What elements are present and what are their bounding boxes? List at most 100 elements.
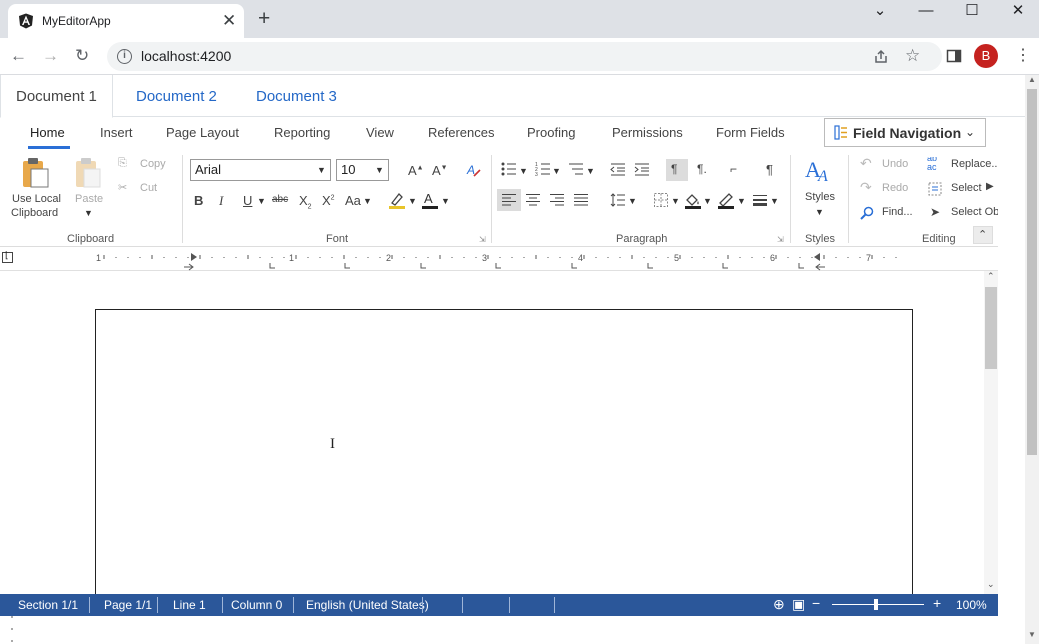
page-break-icon[interactable]: ⌐ xyxy=(730,162,737,176)
scroll-right-icon[interactable]: ▶ xyxy=(986,181,994,192)
document-canvas[interactable]: I xyxy=(0,271,984,609)
italic-icon[interactable]: I xyxy=(219,193,223,209)
multilevel-dropdown-icon[interactable]: ▼ xyxy=(586,166,595,176)
document-tab-3[interactable]: Document 3 xyxy=(241,75,352,118)
ltr-paragraph-icon[interactable]: ¶. xyxy=(697,162,707,176)
profile-avatar[interactable]: B xyxy=(974,44,998,68)
select-button[interactable]: Select xyxy=(926,181,984,197)
browser-menu-icon[interactable]: ⋮ xyxy=(1015,47,1031,65)
document-page[interactable]: I xyxy=(95,309,913,609)
borders-dropdown-icon[interactable]: ▼ xyxy=(671,196,680,206)
decrease-indent-icon[interactable] xyxy=(610,162,626,176)
paragraph-dialog-launcher-icon[interactable]: ⇲ xyxy=(777,235,784,244)
url-text[interactable]: localhost:4200 xyxy=(141,48,231,64)
shrink-font-icon[interactable]: A▼ xyxy=(432,163,448,178)
font-color-dropdown-icon[interactable]: ▼ xyxy=(441,196,450,206)
underline-icon[interactable]: U xyxy=(243,193,252,208)
ribbon-tab-insert[interactable]: Insert xyxy=(100,125,133,140)
fit-width-icon[interactable]: ▣ xyxy=(792,596,805,613)
page-scrollbar-thumb[interactable] xyxy=(1027,89,1037,455)
border-color-dropdown-icon[interactable]: ▼ xyxy=(737,196,746,206)
shading-icon[interactable] xyxy=(684,191,702,209)
ribbon-tab-home[interactable]: Home xyxy=(30,125,65,140)
reload-icon[interactable]: ↻ xyxy=(75,46,89,66)
close-window-button[interactable]: ✕ xyxy=(1000,2,1036,22)
minimize-button[interactable]: — xyxy=(908,2,944,22)
back-arrow-icon[interactable]: ← xyxy=(10,46,27,66)
ribbon-tab-permissions[interactable]: Permissions xyxy=(612,125,683,140)
ribbon-tab-references[interactable]: References xyxy=(428,125,494,140)
ribbon-tab-view[interactable]: View xyxy=(366,125,394,140)
clear-formatting-icon[interactable]: A xyxy=(465,162,481,178)
border-weight-dropdown-icon[interactable]: ▼ xyxy=(770,196,779,206)
use-local-clipboard-button[interactable]: Use Local Clipboard xyxy=(6,153,64,219)
font-family-select[interactable]: Arial ▼ xyxy=(190,159,331,181)
subscript-icon[interactable]: X2 xyxy=(299,193,312,211)
replace-button[interactable]: ab ac Replace... xyxy=(926,157,998,173)
scroll-up-icon[interactable]: ⌃ xyxy=(987,271,995,282)
side-panel-icon[interactable] xyxy=(946,48,962,64)
strikethrough-icon[interactable]: abc xyxy=(272,194,288,205)
document-scrollbar-thumb[interactable] xyxy=(985,287,997,369)
styles-button[interactable]: AA Styles ▼ xyxy=(800,155,838,225)
status-language[interactable]: English (United States) xyxy=(306,598,429,612)
border-weight-icon[interactable] xyxy=(752,192,768,208)
copy-button[interactable]: ⎘ Copy xyxy=(116,157,176,173)
fit-page-icon[interactable]: ⊕ xyxy=(773,596,785,613)
scroll-down-icon[interactable]: ▼ xyxy=(1028,630,1036,639)
numbering-icon[interactable]: 123 xyxy=(535,162,551,176)
ribbon-tab-page-layout[interactable]: Page Layout xyxy=(166,125,239,140)
rtl-paragraph-button[interactable]: ¶ xyxy=(666,159,688,181)
horizontal-ruler[interactable]: ⌊ 11234567 xyxy=(0,247,998,271)
increase-indent-icon[interactable] xyxy=(634,162,650,176)
ribbon-tab-reporting[interactable]: Reporting xyxy=(274,125,330,140)
site-info-icon[interactable]: i xyxy=(117,49,132,64)
scroll-down-icon[interactable]: ⌄ xyxy=(987,579,995,590)
maximize-button[interactable]: ☐ xyxy=(954,2,990,22)
align-center-icon[interactable] xyxy=(525,193,541,207)
change-case-icon[interactable]: Aa xyxy=(345,193,361,208)
document-tab-2[interactable]: Document 2 xyxy=(121,75,232,118)
bullets-dropdown-icon[interactable]: ▼ xyxy=(519,166,528,176)
line-spacing-icon[interactable] xyxy=(610,192,626,208)
justify-icon[interactable] xyxy=(573,193,589,207)
page-scrollbar[interactable]: ▲ ▼ xyxy=(1025,75,1039,644)
undo-button[interactable]: ↶ Undo xyxy=(858,155,918,173)
bullets-icon[interactable] xyxy=(501,162,517,176)
tab-search-icon[interactable]: ⌄ xyxy=(862,2,898,22)
scroll-up-icon[interactable]: ▲ xyxy=(1028,75,1036,84)
cut-button[interactable]: ✂ Cut xyxy=(116,181,176,197)
border-color-icon[interactable] xyxy=(717,191,735,209)
address-bar[interactable]: i localhost:4200 ☆ xyxy=(107,42,942,71)
highlight-dropdown-icon[interactable]: ▼ xyxy=(408,196,417,206)
shading-dropdown-icon[interactable]: ▼ xyxy=(703,196,712,206)
zoom-slider-thumb[interactable] xyxy=(874,599,879,610)
new-tab-button[interactable]: + xyxy=(258,8,270,30)
document-scrollbar[interactable]: ⌃ ⌄ xyxy=(984,271,998,594)
superscript-icon[interactable]: X2 xyxy=(322,193,335,208)
collapse-ribbon-button[interactable]: ⌃ xyxy=(973,226,993,244)
field-navigation-button[interactable]: Field Navigation ⌄ xyxy=(824,118,986,147)
ribbon-tab-proofing[interactable]: Proofing xyxy=(527,125,575,140)
multilevel-list-icon[interactable] xyxy=(568,162,584,176)
tab-close-icon[interactable]: ✕ xyxy=(222,12,236,30)
forward-arrow-icon[interactable]: → xyxy=(42,46,59,66)
find-button[interactable]: Find... xyxy=(858,205,918,221)
numbering-dropdown-icon[interactable]: ▼ xyxy=(552,166,561,176)
underline-dropdown-icon[interactable]: ▼ xyxy=(257,196,266,206)
show-hidden-symbols-icon[interactable]: ¶ xyxy=(766,162,773,177)
highlight-color-icon[interactable] xyxy=(388,191,406,209)
browser-tab[interactable]: MyEditorApp ✕ xyxy=(8,4,244,38)
paste-button[interactable]: Paste ▼ xyxy=(70,155,106,225)
ribbon-tab-form-fields[interactable]: Form Fields xyxy=(716,125,785,140)
zoom-out-icon[interactable]: − xyxy=(812,595,820,611)
grow-font-icon[interactable]: A▲ xyxy=(408,163,424,178)
bold-icon[interactable]: B xyxy=(194,193,203,208)
font-dialog-launcher-icon[interactable]: ⇲ xyxy=(479,235,486,244)
share-icon[interactable] xyxy=(873,49,889,65)
borders-icon[interactable] xyxy=(653,192,669,208)
change-case-dropdown-icon[interactable]: ▼ xyxy=(363,196,372,206)
select-objects-button[interactable]: ➤ Select Ob xyxy=(926,205,998,221)
zoom-in-icon[interactable]: + xyxy=(933,595,941,611)
bookmark-star-icon[interactable]: ☆ xyxy=(905,46,920,66)
